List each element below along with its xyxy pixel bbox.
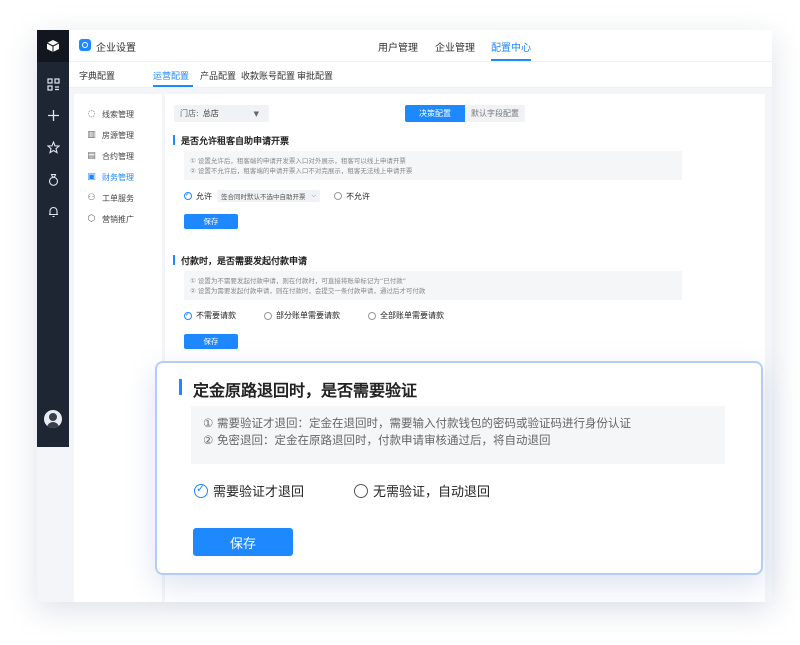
top-bar: 企业设置 用户管理 企业管理 配置中心 [69,30,772,62]
app-title: 企业设置 [96,43,136,54]
section2-options: 不需要请款 部分账单需要请款 全部账单需要请款 [184,310,444,321]
menu-item-marketing[interactable]: ⬡ 营销推广 [74,210,162,228]
subtab-products[interactable]: 产品配置 [200,69,236,82]
grid-icon[interactable] [37,73,69,95]
allow-label: 允许 [196,191,212,201]
menu-item-label: 财务管理 [102,172,134,182]
menu-item-label: 房源管理 [102,130,134,140]
subtab-operations[interactable]: 运营配置 [153,69,189,82]
section1-title: 是否允许租客自助申请开票 [173,134,289,147]
menu-item-label: 营销推广 [102,214,134,224]
popup-options: 需要验证才退回 无需验证，自动退回 [194,481,490,500]
popup-save-button[interactable]: 保存 [193,528,293,556]
subtab-dictionary[interactable]: 字典配置 [79,69,115,82]
menu-item-label: 工单服务 [102,193,134,203]
deny-radio[interactable] [334,192,343,200]
app-cube-icon[interactable] [37,30,69,62]
partial-request-radio[interactable] [264,311,272,320]
add-icon[interactable] [37,104,69,126]
verify-label: 需要验证才退回 [213,485,305,500]
store-select-value: 总店 [202,109,219,118]
section1-save-button[interactable]: 保存 [184,214,238,229]
invoice-default-value: 签合同时默认不选中自助开票 [221,193,306,201]
workorder-icon: ⚇ [87,193,96,203]
menu-item-housing[interactable]: ▥ 房源管理 [74,126,162,144]
top-nav-users[interactable]: 用户管理 [378,39,418,54]
user-avatar[interactable] [44,410,62,428]
section1-tips: ① 设置允许后，租客端的申请开发票入口对外展示，租客可以线上申请开票 ② 设置不… [184,151,682,180]
segment-default-fields[interactable]: 默认字段配置 [465,105,525,122]
sub-tab-bar: 字典配置 运营配置 产品配置 收款账号配置 审批配置 [69,62,772,88]
no-request-radio[interactable] [184,311,192,320]
auto-refund-label: 无需验证，自动退回 [373,485,491,500]
section2-tip-2: ② 设置为需要发起付款申请，则在付款时，会提交一条付款申请，通过后才可付款 [190,287,426,295]
store-select[interactable]: 门店: 总店 ▼ [174,105,269,122]
money-bag-icon[interactable] [37,168,69,190]
store-select-label: 门店: [180,109,199,118]
all-request-label: 全部账单需要请款 [380,311,444,320]
app-logo-icon [79,39,91,51]
popup-title: 定金原路退回时，是否需要验证 [179,377,417,401]
auto-refund-radio[interactable] [354,483,369,498]
menu-item-workorders[interactable]: ⚇ 工单服务 [74,189,162,207]
clue-icon: ◌ [87,109,96,119]
allow-radio[interactable] [184,191,192,200]
subtab-payment-accounts[interactable]: 收款账号配置 [241,69,295,82]
partial-request-label: 部分账单需要请款 [276,311,340,320]
segment-decision-config[interactable]: 决策配置 [405,105,465,122]
section1-tip-2: ② 设置不允许后，租客端的申请开票入口不对完展示，租客无法线上申请开票 [190,167,413,175]
menu-item-label: 合约管理 [102,151,134,161]
popup-tip-1: ① 需要验证才退回：定金在退回时，需要输入付款钱包的密码或验证码进行身份认证 [203,416,631,430]
caret-down-icon: ▼ [253,110,259,118]
bell-icon[interactable] [37,200,69,222]
menu-item-label: 线索管理 [102,109,134,119]
left-menu: ◌ 线索管理 ▥ 房源管理 ▤ 合约管理 ▣ 财务管理 ⚇ 工单服务 ⬡ 营销推… [74,94,162,602]
deposit-refund-card: 定金原路退回时，是否需要验证 ① 需要验证才退回：定金在退回时，需要输入付款钱包… [155,361,763,575]
all-request-radio[interactable] [368,311,376,320]
section2-title: 付款时，是否需要发起付款申请 [173,254,307,267]
menu-item-clues[interactable]: ◌ 线索管理 [74,105,162,123]
section2-tips: ① 设置为不需要发起付款申请，则在付款时，可直接将账单标记为“已付款” ② 设置… [184,271,682,300]
top-nav-enterprise[interactable]: 企业管理 [435,39,475,54]
section2-save-button[interactable]: 保存 [184,334,238,349]
verify-radio[interactable] [194,482,208,498]
finance-icon: ▣ [87,172,96,182]
marketing-icon: ⬡ [87,214,96,224]
top-nav-config-center[interactable]: 配置中心 [491,39,531,54]
subtab-approval[interactable]: 审批配置 [297,69,333,82]
popup-tips: ① 需要验证才退回：定金在退回时，需要输入付款钱包的密码或验证码进行身份认证 ②… [191,406,725,464]
section2-tip-1: ① 设置为不需要发起付款申请，则在付款时，可直接将账单标记为“已付款” [190,277,407,285]
contract-icon: ▤ [87,151,96,161]
popup-tip-2: ② 免密退回：定金在原路退回时，付款申请审核通过后，将自动退回 [203,433,551,447]
section1-options: 允许 签合同时默认不选中自助开票 ⌵ 不允许 [184,190,370,202]
icon-rail [37,30,69,447]
star-icon[interactable] [37,136,69,158]
no-request-label: 不需要请款 [196,311,236,320]
building-icon: ▥ [87,130,96,140]
subtab-active-indicator [153,85,193,87]
menu-item-contracts[interactable]: ▤ 合约管理 [74,147,162,165]
invoice-default-select[interactable]: 签合同时默认不选中自助开票 ⌵ [217,190,321,202]
section1-tip-1: ① 设置允许后，租客端的申请开发票入口对外展示，租客可以线上申请开票 [190,157,406,165]
deny-label: 不允许 [346,191,371,201]
top-nav-active-indicator [491,59,531,61]
chevron-down-icon: ⌵ [311,192,317,199]
config-segment-control: 决策配置 默认字段配置 [405,105,525,122]
menu-item-finance[interactable]: ▣ 财务管理 [74,168,162,186]
